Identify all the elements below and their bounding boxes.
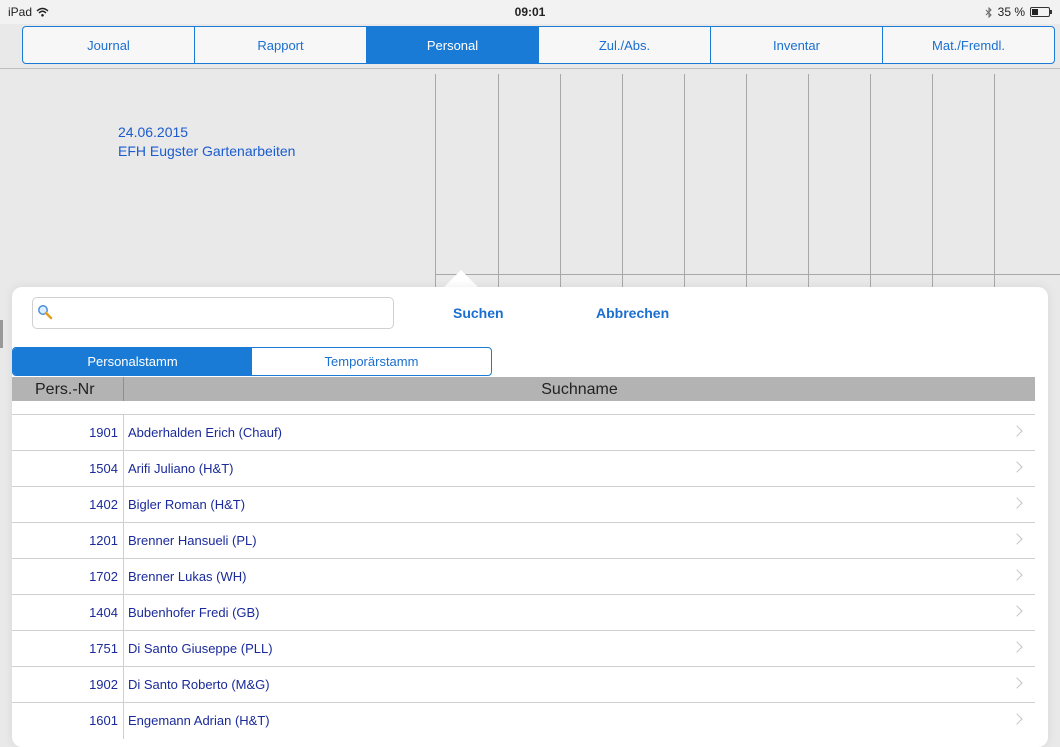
grid-line: [498, 74, 499, 294]
table-row[interactable]: 1901 Abderhalden Erich (Chauf): [12, 414, 1035, 451]
table-header: Pers.-Nr Suchname: [12, 377, 1035, 401]
row-nr: 1402: [89, 497, 118, 512]
chevron-right-icon: [1011, 641, 1023, 653]
status-right: 35 %: [985, 5, 1052, 19]
status-bar: iPad 09:01 35 %: [0, 0, 1060, 24]
table-row[interactable]: 1504 Arifi Juliano (H&T): [12, 450, 1035, 487]
chevron-right-icon: [1011, 605, 1023, 617]
main-tabbar: Journal Rapport Personal Zul./Abs. Inven…: [22, 26, 1055, 64]
journal-date: 24.06.2015: [118, 124, 189, 140]
chevron-right-icon: [1011, 497, 1023, 509]
row-divider: [123, 523, 124, 559]
search-field[interactable]: [32, 297, 394, 329]
table-row[interactable]: 1702 Brenner Lukas (WH): [12, 558, 1035, 595]
time-grid: [435, 74, 1060, 294]
search-button[interactable]: Suchen: [453, 305, 504, 321]
table-row[interactable]: 1201 Brenner Hansueli (PL): [12, 522, 1035, 559]
tab-journal[interactable]: Journal: [23, 27, 195, 63]
row-divider: [123, 559, 124, 595]
search-input[interactable]: [57, 298, 391, 328]
row-nr: 1751: [89, 641, 118, 656]
table-row[interactable]: 1601 Engemann Adrian (H&T): [12, 702, 1035, 739]
tab-zul-abs[interactable]: Zul./Abs.: [539, 27, 711, 63]
row-nr: 1901: [89, 425, 118, 440]
left-edge-marker: [0, 320, 3, 348]
grid-line: [932, 74, 933, 294]
row-divider: [123, 415, 124, 451]
row-nr: 1504: [89, 461, 118, 476]
row-name: Di Santo Giuseppe (PLL): [128, 641, 273, 656]
cancel-button[interactable]: Abbrechen: [596, 305, 669, 321]
table-row[interactable]: 1402 Bigler Roman (H&T): [12, 486, 1035, 523]
journal-project: EFH Eugster Gartenarbeiten: [118, 143, 296, 159]
tab-personal[interactable]: Personal: [367, 27, 539, 63]
row-nr: 1702: [89, 569, 118, 584]
grid-line: [622, 74, 623, 294]
chevron-right-icon: [1011, 713, 1023, 725]
segment-temporaerstamm[interactable]: Temporärstamm: [252, 348, 491, 375]
row-name: Arifi Juliano (H&T): [128, 461, 234, 476]
row-name: Brenner Hansueli (PL): [128, 533, 257, 548]
personnel-list: 1901 Abderhalden Erich (Chauf) 1504 Arif…: [12, 414, 1035, 739]
column-header-nr: Pers.-Nr: [35, 381, 95, 398]
row-nr: 1902: [89, 677, 118, 692]
battery-percent: 35 %: [997, 5, 1025, 19]
grid-line: [994, 74, 995, 294]
row-nr: 1404: [89, 605, 118, 620]
row-divider: [123, 631, 124, 667]
table-row[interactable]: 1902 Di Santo Roberto (M&G): [12, 666, 1035, 703]
table-row[interactable]: 1404 Bubenhofer Fredi (GB): [12, 594, 1035, 631]
chevron-right-icon: [1011, 425, 1023, 437]
row-name: Engemann Adrian (H&T): [128, 713, 270, 728]
row-divider: [123, 451, 124, 487]
row-name: Di Santo Roberto (M&G): [128, 677, 270, 692]
row-name: Bubenhofer Fredi (GB): [128, 605, 260, 620]
grid-line: [684, 74, 685, 294]
grid-line: [560, 74, 561, 294]
chevron-right-icon: [1011, 569, 1023, 581]
row-name: Brenner Lukas (WH): [128, 569, 247, 584]
row-divider: [123, 667, 124, 703]
row-divider: [123, 595, 124, 631]
column-header-name: Suchname: [541, 381, 618, 398]
row-name: Abderhalden Erich (Chauf): [128, 425, 282, 440]
row-nr: 1601: [89, 713, 118, 728]
status-time: 09:01: [514, 5, 546, 19]
bluetooth-icon: [985, 6, 992, 18]
grid-line: [870, 74, 871, 294]
grid-line: [436, 274, 1060, 275]
grid-line: [808, 74, 809, 294]
battery-icon: [1030, 7, 1052, 17]
segment-personalstamm[interactable]: Personalstamm: [13, 348, 252, 375]
personnel-search-popover: Suchen Abbrechen Personalstamm Temporärs…: [12, 287, 1048, 747]
row-name: Bigler Roman (H&T): [128, 497, 246, 512]
staff-type-segmented-control: Personalstamm Temporärstamm: [12, 347, 492, 376]
search-icon: [38, 305, 53, 320]
tab-rapport[interactable]: Rapport: [195, 27, 367, 63]
row-nr: 1201: [89, 533, 118, 548]
chevron-right-icon: [1011, 533, 1023, 545]
chevron-right-icon: [1011, 461, 1023, 473]
tab-mat-fremdl[interactable]: Mat./Fremdl.: [883, 27, 1054, 63]
table-row[interactable]: 1751 Di Santo Giuseppe (PLL): [12, 630, 1035, 667]
row-divider: [123, 487, 124, 523]
tab-inventar[interactable]: Inventar: [711, 27, 883, 63]
journal-info: 24.06.2015 EFH Eugster Gartenarbeiten: [118, 123, 295, 161]
row-divider: [123, 703, 124, 739]
chevron-right-icon: [1011, 677, 1023, 689]
grid-line: [746, 74, 747, 294]
tabbar-divider: [0, 68, 1060, 69]
